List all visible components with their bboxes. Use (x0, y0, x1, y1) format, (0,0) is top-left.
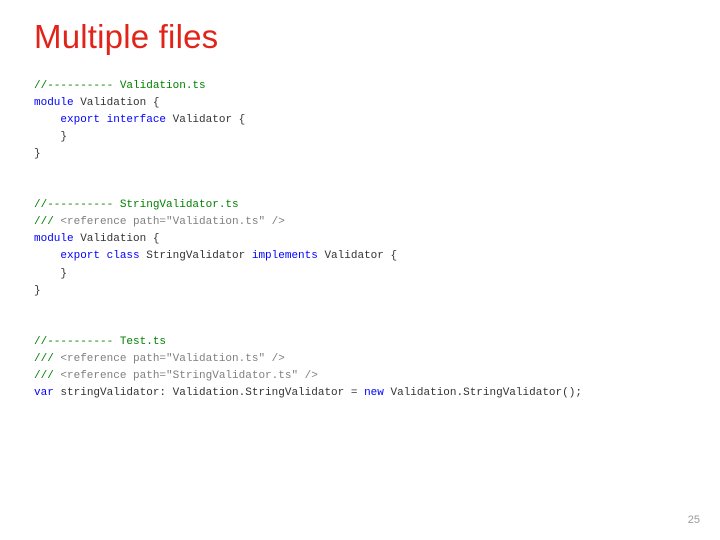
code-comment: //---------- Validation.ts (34, 80, 206, 92)
code-comment: /// (34, 353, 60, 365)
code-text: StringValidator (140, 250, 252, 262)
code-reference: <reference path="Validation.ts" /> (60, 353, 284, 365)
code-comment: /// (34, 216, 60, 228)
code-comment: //---------- StringValidator.ts (34, 199, 239, 211)
page-number: 25 (688, 514, 700, 526)
code-keyword: implements (252, 250, 318, 262)
code-keyword: new (364, 387, 384, 399)
code-reference: <reference path="StringValidator.ts" /> (60, 370, 317, 382)
code-reference: <reference path="Validation.ts" /> (60, 216, 284, 228)
code-text: Validation.StringValidator(); (384, 387, 582, 399)
code-block: //---------- Validation.ts module Valida… (34, 78, 686, 402)
code-comment: /// (34, 370, 60, 382)
code-keyword: export (34, 114, 100, 126)
slide: Multiple files //---------- Validation.t… (0, 0, 720, 402)
code-text: } (34, 268, 67, 280)
code-text: stringValidator: Validation.StringValida… (54, 387, 364, 399)
slide-title: Multiple files (34, 18, 686, 56)
code-keyword: module (34, 233, 74, 245)
code-comment: //---------- Test.ts (34, 336, 166, 348)
code-text: Validator { (318, 250, 397, 262)
code-keyword: export (34, 250, 100, 262)
code-text: Validation { (74, 97, 160, 109)
code-text: Validation { (74, 233, 160, 245)
code-keyword: module (34, 97, 74, 109)
code-text: } (34, 285, 41, 297)
code-keyword: interface (100, 114, 166, 126)
code-text: } (34, 131, 67, 143)
code-keyword: var (34, 387, 54, 399)
code-keyword: class (100, 250, 140, 262)
code-text: } (34, 148, 41, 160)
code-text: Validator { (166, 114, 245, 126)
